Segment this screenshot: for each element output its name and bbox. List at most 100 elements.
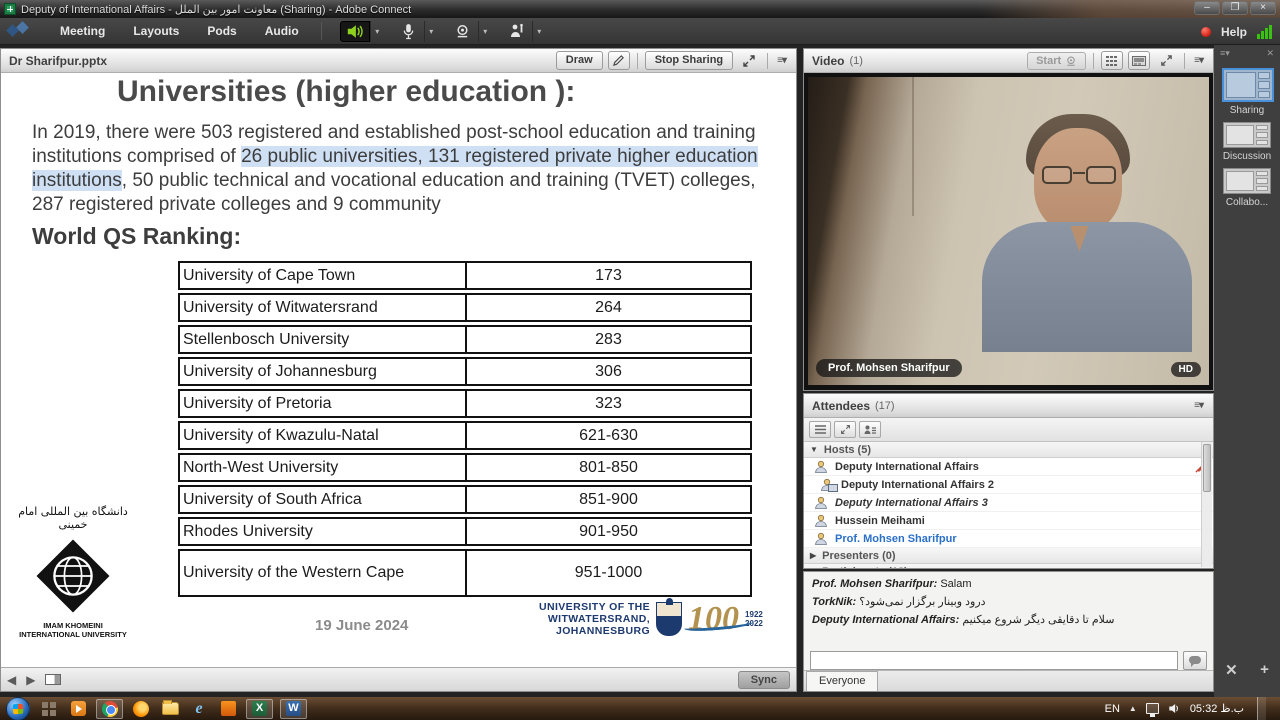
speaker-button[interactable]	[340, 21, 370, 42]
title-bar: Deputy of International Affairs - معاونت…	[0, 0, 1280, 18]
stop-sharing-button[interactable]: Stop Sharing	[645, 51, 733, 70]
microphone-button[interactable]	[394, 21, 424, 42]
tray-expand-icon[interactable]: ▲	[1129, 704, 1137, 713]
fullscreen-button[interactable]	[738, 51, 760, 70]
hosts-group-header[interactable]: ▼ Hosts (5)	[804, 442, 1213, 458]
clock[interactable]: 05:32 ب.ظ	[1190, 702, 1244, 715]
breakout-view-button[interactable]	[834, 421, 856, 438]
menu-item[interactable]: Pods	[193, 19, 250, 43]
speaker-icon	[346, 24, 364, 39]
layout-thumbnail[interactable]: Collabo...	[1222, 168, 1272, 208]
taskbar-app-excel[interactable]: X	[246, 699, 273, 719]
attendee-row[interactable]: Prof. Mohsen Sharifpur	[804, 530, 1213, 548]
chat-input[interactable]	[810, 651, 1178, 670]
taskbar-app-ie[interactable]: e	[188, 699, 210, 719]
draw-button[interactable]: Draw	[556, 51, 603, 70]
start-webcam-button[interactable]: Start	[1027, 52, 1086, 70]
attendee-row[interactable]: Hussein Meihami	[804, 512, 1213, 530]
folder-icon	[162, 702, 179, 715]
taskbar-app-explorer[interactable]	[159, 699, 181, 719]
speaker-dropdown[interactable]: ▾	[370, 21, 384, 42]
minimize-button[interactable]: –	[1194, 1, 1220, 15]
attendees-toolbar	[804, 418, 1213, 442]
filmstrip-view-button[interactable]	[1128, 51, 1150, 70]
webcam-button[interactable]	[448, 21, 478, 42]
share-pod: Dr Sharifpur.pptx Draw Stop Sharing ≡▾	[0, 48, 797, 692]
start-button[interactable]	[6, 697, 30, 720]
ranking-cell: 323	[467, 391, 750, 416]
sync-button[interactable]: Sync	[738, 671, 790, 689]
attendees-scrollbar[interactable]	[1201, 442, 1212, 567]
close-button[interactable]: ×	[1250, 1, 1276, 15]
menu-item[interactable]: Meeting	[46, 19, 119, 43]
video-pod-title: Video	[812, 54, 844, 68]
layout-thumbnail[interactable]: Sharing	[1222, 68, 1272, 116]
layout-thumbnail[interactable]: Discussion	[1222, 122, 1272, 162]
attendee-row[interactable]: Deputy International Affairs 3	[804, 494, 1213, 512]
attendee-row[interactable]: Deputy International Affairs	[804, 458, 1213, 476]
next-slide-button[interactable]: ▶	[26, 673, 35, 687]
send-message-button[interactable]	[1183, 651, 1207, 670]
raise-hand-button[interactable]	[502, 21, 532, 42]
attendee-row[interactable]: Deputy International Affairs 2	[804, 476, 1213, 494]
add-layout-icon[interactable]: +	[1260, 661, 1269, 679]
tab-everyone[interactable]: Everyone	[806, 671, 878, 691]
video-fullscreen-button[interactable]	[1155, 51, 1177, 70]
layout-close-icon[interactable]: ✕	[1266, 48, 1274, 59]
taskbar-app-grid[interactable]	[38, 699, 60, 719]
grid-view-button[interactable]	[1101, 51, 1123, 70]
attendees-pod: Attendees (17) ≡▾ ▼	[803, 393, 1214, 569]
chat-bubble-icon	[1189, 656, 1201, 664]
microphone-dropdown[interactable]: ▾	[424, 21, 438, 42]
webcam-dropdown[interactable]: ▾	[478, 21, 492, 42]
attendee-list-view-button[interactable]	[809, 421, 831, 438]
presenters-group-header[interactable]: ▶ Presenters (0)	[804, 548, 1213, 564]
participants-group-header[interactable]: ▶ Participants (12)	[804, 564, 1213, 569]
maximize-button[interactable]: ❐	[1222, 1, 1248, 15]
layout-options-icon[interactable]: ≡▾	[1220, 48, 1230, 59]
taskbar-app-chrome[interactable]	[96, 699, 123, 719]
chat-sender-name: Prof. Mohsen Sharifpur:	[812, 578, 937, 590]
slide-title: Universities (higher education ):	[117, 75, 575, 109]
taskbar-app-firefox[interactable]	[130, 699, 152, 719]
table-row: Stellenbosch University 283	[178, 325, 752, 354]
pen-icon	[612, 54, 625, 67]
sidebar-toggle-icon[interactable]	[45, 674, 61, 685]
help-menu[interactable]: Help	[1221, 25, 1247, 39]
window-title: Deputy of International Affairs - معاونت…	[21, 3, 411, 16]
university-name-cell: University of Johannesburg	[180, 359, 467, 384]
previous-slide-button[interactable]: ◀	[7, 673, 16, 687]
expand-arrow-icon: ▶	[810, 567, 816, 569]
taskbar-app-office[interactable]	[217, 699, 239, 719]
pod-options-icon[interactable]: ≡▾	[775, 55, 788, 66]
attendees-pod-header: Attendees (17) ≡▾	[804, 394, 1213, 418]
chat-message: Deputy International Affairs: سلام تا دق…	[812, 613, 1205, 626]
ranking-cell: 901-950	[467, 519, 750, 544]
network-icon[interactable]	[1146, 703, 1159, 714]
university-name-cell: University of the Western Cape	[180, 551, 467, 595]
raise-hand-dropdown[interactable]: ▾	[532, 21, 546, 42]
internet-explorer-icon: e	[195, 701, 202, 717]
remove-layout-icon[interactable]: ✕	[1225, 661, 1238, 679]
taskbar-app-word[interactable]: W	[280, 699, 307, 719]
show-desktop-button[interactable]	[1257, 697, 1266, 720]
attendee-status-view-button[interactable]	[859, 421, 881, 438]
menu-item[interactable]: Layouts	[119, 19, 193, 43]
wits-university-logo: UNIVERSITY OF THE WITWATERSRAND, JOHANNE…	[539, 601, 763, 637]
excel-icon: X	[252, 701, 267, 716]
shared-document-title: Dr Sharifpur.pptx	[9, 54, 107, 68]
pointer-tool-button[interactable]	[608, 51, 630, 70]
volume-icon[interactable]	[1168, 703, 1181, 714]
pod-options-icon[interactable]: ≡▾	[1192, 55, 1205, 66]
taskbar-app-media[interactable]	[67, 699, 89, 719]
menu-item[interactable]: Audio	[251, 19, 313, 43]
layout-preview-icon	[1222, 68, 1274, 102]
language-indicator[interactable]: EN	[1105, 703, 1120, 715]
table-row: University of Kwazulu-Natal 621-630	[178, 421, 752, 450]
slide-paragraph: In 2019, there were 503 registered and e…	[32, 121, 777, 217]
chat-sender-name: Deputy International Affairs:	[812, 614, 959, 626]
share-pod-footer: ◀ ▶ Sync	[1, 667, 796, 691]
table-row: University of Pretoria 323	[178, 389, 752, 418]
windows-flag-icon	[13, 703, 24, 714]
pod-options-icon[interactable]: ≡▾	[1192, 400, 1205, 411]
